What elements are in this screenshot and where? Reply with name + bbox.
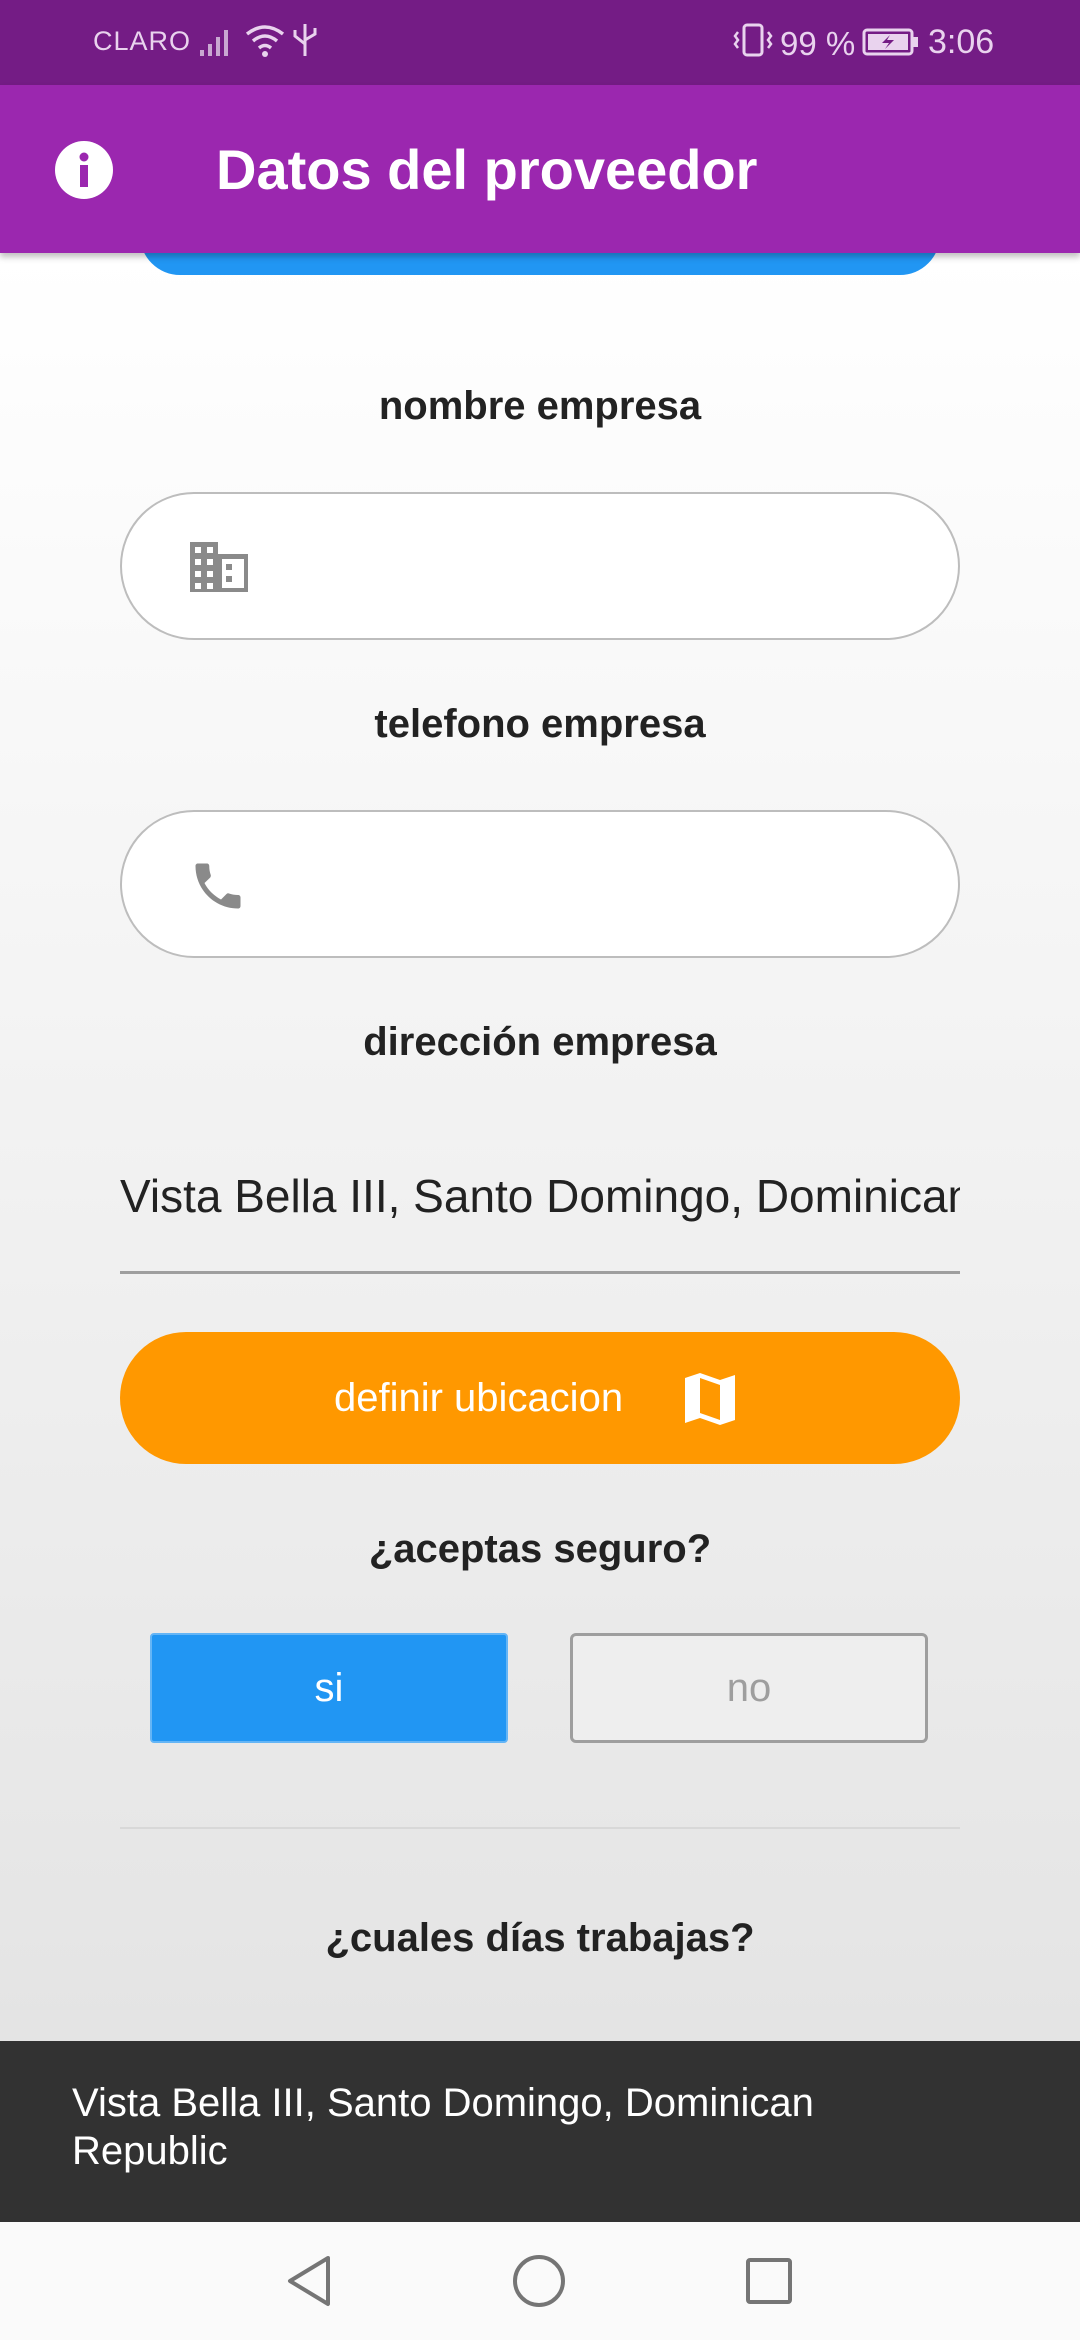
insurance-question: ¿aceptas seguro?: [368, 1527, 712, 1571]
building-icon: [190, 542, 248, 592]
company-phone-label: telefono empresa: [374, 702, 706, 746]
company-address-label: dirección empresa: [363, 1020, 717, 1064]
home-icon[interactable]: [512, 2254, 566, 2308]
form-scroll-area[interactable]: nombre empresa telefono empresa direcció…: [0, 253, 1080, 2041]
snackbar: Vista Bella III, Santo Domingo, Dominica…: [0, 2041, 1080, 2222]
company-phone-input[interactable]: [272, 842, 896, 928]
wifi-icon: [245, 25, 285, 57]
workdays-question: ¿cuales días trabajas?: [325, 1916, 755, 1960]
back-icon[interactable]: [284, 2254, 334, 2308]
company-phone-field[interactable]: [120, 810, 960, 958]
company-name-input[interactable]: [272, 524, 896, 610]
company-address-value: Vista Bella III, Santo Domingo, Dominica…: [120, 1170, 960, 1222]
carrier-name: CLARO: [93, 26, 192, 56]
set-location-button[interactable]: definir ubicacion: [120, 1332, 960, 1464]
map-icon: [685, 1373, 735, 1425]
company-name-field[interactable]: [120, 492, 960, 640]
vibrate-icon: [733, 23, 773, 57]
page-title: Datos del proveedor: [216, 138, 758, 201]
app-bar: Datos del proveedor: [0, 85, 1080, 253]
navigation-bar: [0, 2222, 1080, 2340]
partial-blue-button[interactable]: [140, 253, 940, 275]
section-divider: [120, 1827, 960, 1829]
snackbar-message: Vista Bella III, Santo Domingo, Dominica…: [72, 2081, 814, 2173]
info-icon[interactable]: [54, 140, 114, 200]
company-address-field[interactable]: Vista Bella III, Santo Domingo, Dominica…: [120, 1153, 960, 1274]
signal-icon: [200, 30, 228, 56]
company-name-label: nombre empresa: [378, 384, 702, 428]
phone-icon: [195, 863, 241, 909]
battery-icon: [862, 28, 918, 56]
insurance-yes-button[interactable]: si: [150, 1633, 508, 1743]
usb-icon: [293, 24, 317, 56]
insurance-no-button[interactable]: no: [570, 1633, 928, 1743]
recent-apps-icon[interactable]: [744, 2256, 794, 2306]
battery-percent: 99 %: [780, 25, 856, 62]
clock-time: 3:06: [928, 23, 995, 61]
status-bar: CLARO 99 % 3:06: [0, 0, 1080, 85]
set-location-label: definir ubicacion: [334, 1376, 624, 1420]
